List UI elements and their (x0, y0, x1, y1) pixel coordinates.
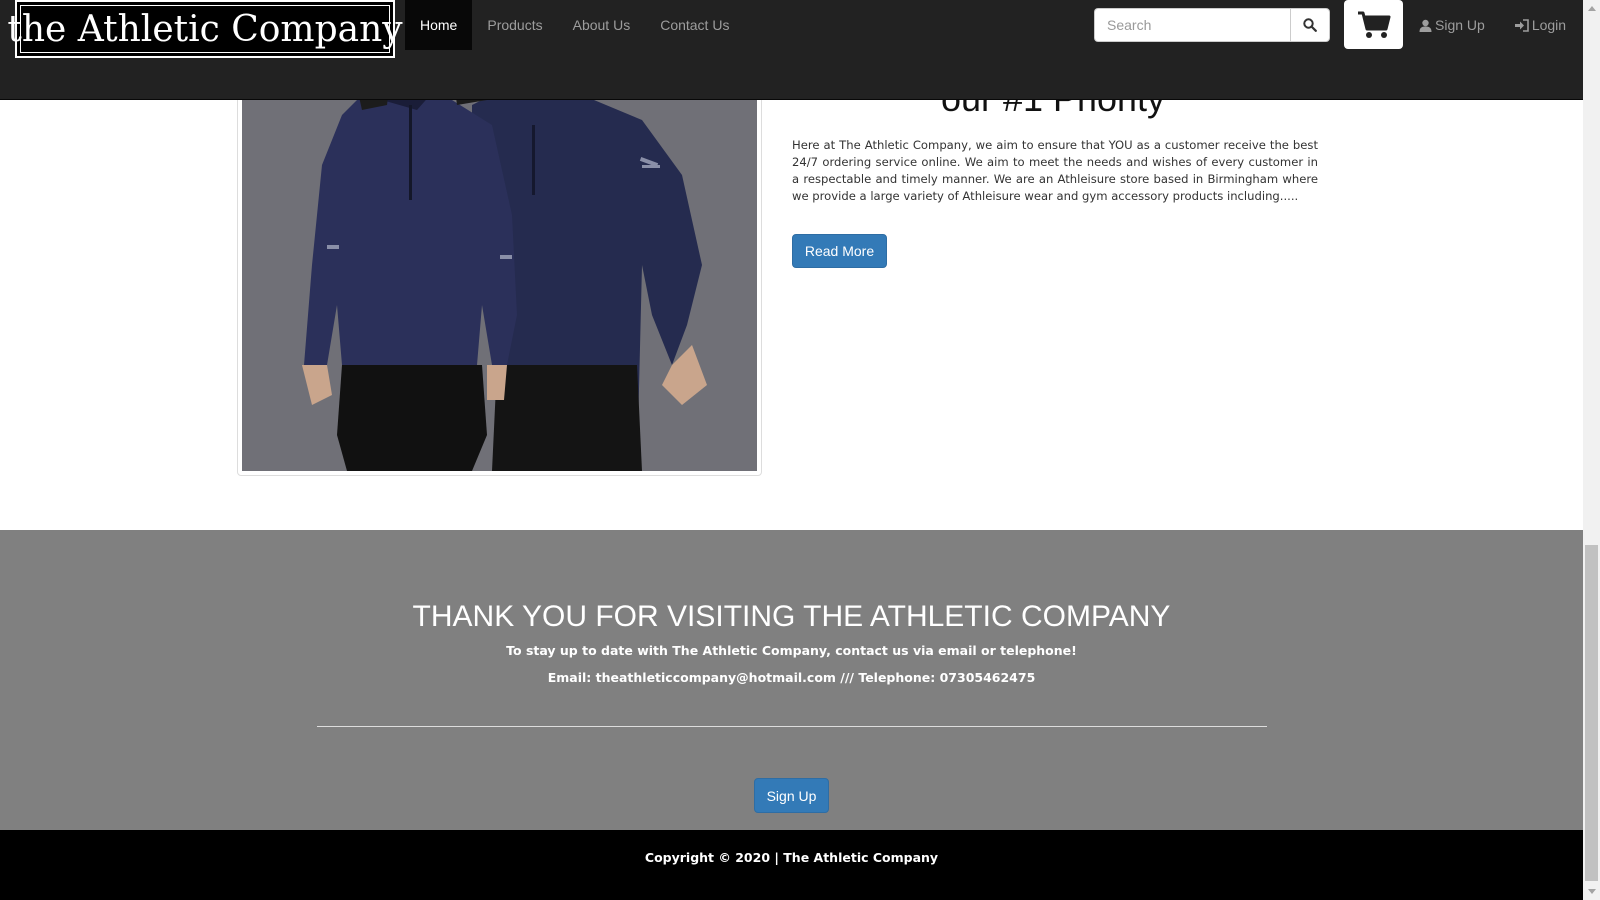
page: our #1 Priority Here at The Athletic Com… (0, 0, 1583, 900)
product-image-frame (237, 60, 762, 476)
search-form (1094, 8, 1330, 42)
nav-links: Home Products About Us Contact Us (405, 0, 744, 50)
scroll-up-arrow[interactable] (1583, 0, 1600, 17)
navbar: the Athletic Company Home Products About… (0, 0, 1583, 100)
footer-divider (317, 726, 1267, 727)
product-photo (242, 65, 757, 471)
nav-about-us[interactable]: About Us (558, 0, 646, 50)
footer-subtitle: To stay up to date with The Athletic Com… (506, 643, 1077, 658)
user-icon (1419, 19, 1432, 32)
about-text: Here at The Athletic Company, we aim to … (792, 138, 1318, 203)
signup-label: Sign Up (1435, 17, 1485, 33)
search-button[interactable] (1290, 8, 1330, 42)
scroll-down-arrow[interactable] (1583, 883, 1600, 900)
chevron-down-icon (1587, 889, 1596, 894)
footer-contact: Email: theathleticcompany@hotmail.com //… (547, 670, 1036, 685)
footer-title: THANK YOU FOR VISITING THE ATHLETIC COMP… (412, 600, 1171, 633)
shopping-cart-icon (1357, 11, 1390, 38)
account-links: Sign Up Login (1404, 0, 1581, 50)
scroll-thumb[interactable] (1585, 545, 1598, 881)
cart-button[interactable] (1344, 0, 1403, 49)
chevron-up-icon (1587, 6, 1596, 11)
copyright-bar: Copyright © 2020 | The Athletic Company (0, 830, 1583, 900)
log-in-icon (1514, 18, 1529, 32)
login-label: Login (1531, 17, 1567, 33)
footer: THANK YOU FOR VISITING THE ATHLETIC COMP… (0, 530, 1583, 830)
scrollbar[interactable] (1583, 0, 1600, 900)
logo[interactable]: the Athletic Company (7, 0, 403, 58)
signup-link[interactable]: Sign Up (1404, 0, 1500, 50)
search-input[interactable] (1094, 8, 1290, 42)
footer-signup-button[interactable]: Sign Up (754, 778, 829, 813)
read-more-button[interactable]: Read More (792, 234, 887, 268)
nav-contact-us[interactable]: Contact Us (645, 0, 744, 50)
logo-text: the Athletic Company (7, 8, 403, 50)
login-link[interactable]: Login (1500, 0, 1581, 50)
copyright-text: Copyright © 2020 | The Athletic Company (644, 850, 939, 865)
nav-products[interactable]: Products (472, 0, 557, 50)
athleisure-models-image (242, 65, 757, 471)
nav-home[interactable]: Home (405, 0, 473, 50)
search-icon (1303, 18, 1317, 32)
